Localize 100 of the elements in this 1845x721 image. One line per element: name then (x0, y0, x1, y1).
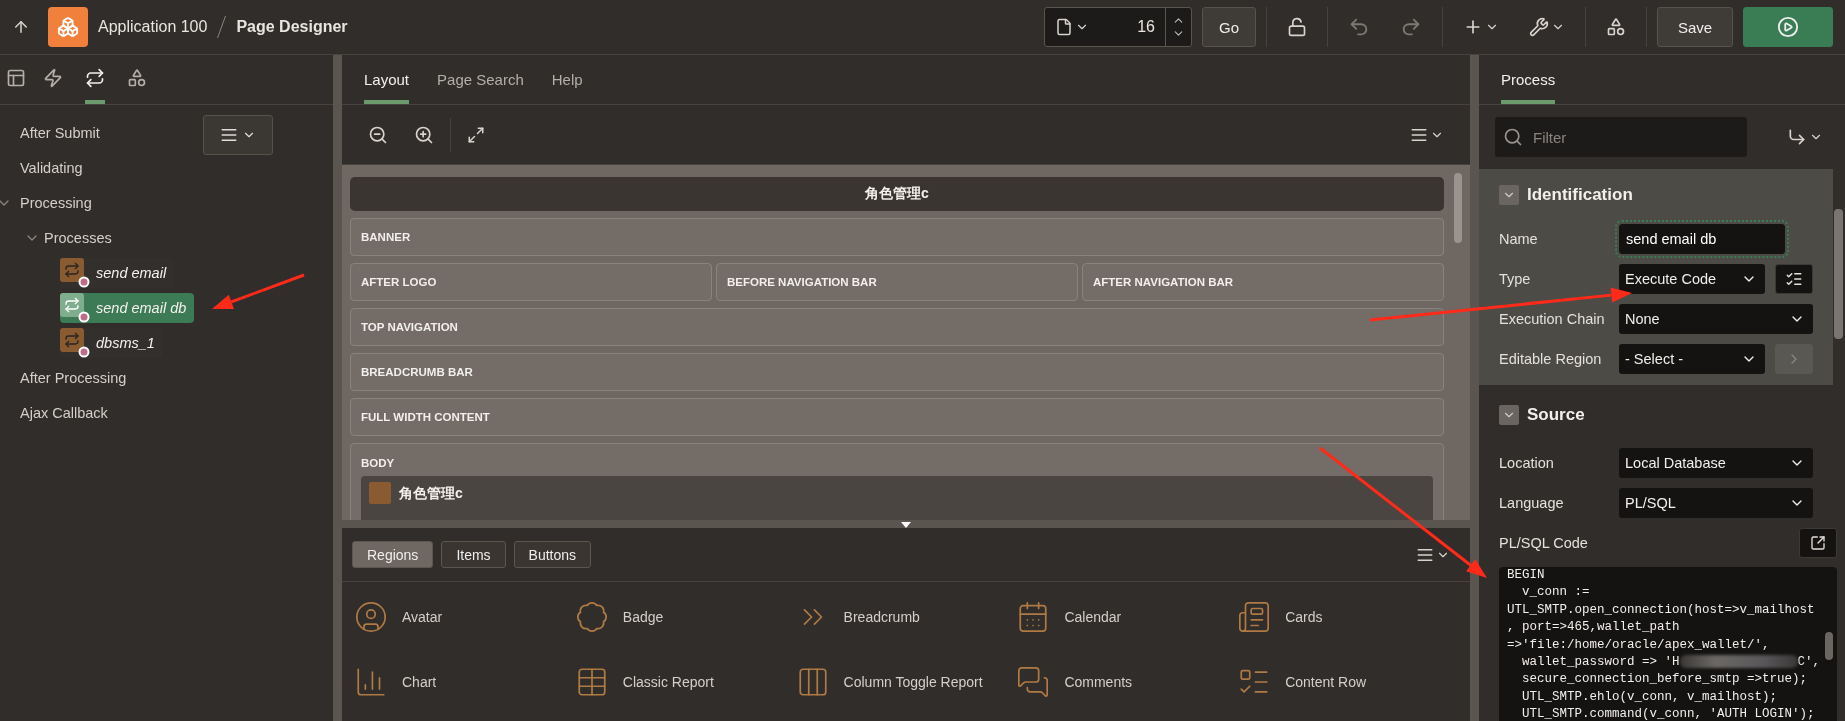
splitter-handle[interactable] (1470, 55, 1479, 721)
menu-button[interactable] (203, 115, 273, 155)
list-button[interactable] (1775, 264, 1813, 294)
run-button[interactable] (1743, 7, 1833, 47)
select-value: Local Database (1625, 455, 1726, 471)
card-icon[interactable] (1237, 600, 1272, 634)
gallery-item[interactable]: Comments (1064, 673, 1133, 690)
app-logo-icon[interactable] (48, 7, 88, 47)
region-slot[interactable]: BEFORE NAVIGATION BAR (716, 263, 1078, 301)
section-title: Source (1527, 405, 1585, 425)
search-icon (1503, 127, 1523, 147)
tab[interactable]: Layout (364, 71, 410, 104)
tree-item[interactable]: After Submit (20, 124, 100, 141)
menu-icon (220, 126, 238, 144)
comments-icon[interactable] (1016, 664, 1051, 699)
code-line: BEGIN (1507, 567, 1546, 584)
select-field[interactable]: Execute Code (1619, 264, 1765, 294)
code-line: C', (1797, 655, 1821, 670)
select-value: PL/SQL (1625, 495, 1676, 511)
tree-item[interactable]: send email db (60, 292, 195, 323)
open-external-icon (1810, 535, 1826, 551)
splitter-handle[interactable] (333, 55, 342, 721)
gallery-item[interactable]: Column Toggle Report (843, 673, 983, 690)
gallery-item[interactable]: Badge (622, 609, 664, 625)
tab[interactable]: Page Search (437, 71, 524, 104)
up-arrow-icon[interactable] (12, 18, 30, 36)
gallery-item[interactable]: Calendar (1064, 609, 1122, 625)
region-slot[interactable]: BANNER (350, 218, 1444, 256)
region-card[interactable]: 角色管理c (361, 476, 1433, 520)
process-icon (60, 292, 90, 323)
select-value: None (1625, 311, 1660, 327)
code-line: secure_connection_before_smtp =>true); (1521, 671, 1809, 689)
code-line: wallet_password => 'H (1521, 655, 1680, 670)
region-slot[interactable]: AFTER LOGO (350, 263, 712, 301)
select-value: Execute Code (1625, 271, 1717, 287)
tab[interactable]: Process (1501, 71, 1556, 104)
gallery-tab[interactable]: Buttons (513, 541, 592, 568)
save-button[interactable]: Save (1657, 7, 1733, 47)
process-icon (60, 327, 90, 358)
badge-icon[interactable] (574, 600, 609, 634)
tree-item[interactable]: Processes (44, 229, 112, 246)
go-button[interactable]: Go (1202, 7, 1256, 47)
code-line: UTL_SMTP.open_connection(host=>v_mailhost (1507, 601, 1816, 619)
tree-item[interactable]: After Processing (20, 369, 127, 386)
page-title-bar[interactable]: 角色管理c (350, 177, 1444, 211)
expand-button[interactable] (1799, 528, 1837, 558)
region-icon (369, 482, 391, 504)
app-name[interactable]: Application 100 (98, 18, 208, 36)
tree-item[interactable]: Ajax Callback (20, 404, 108, 421)
select-field[interactable]: - Select - (1619, 344, 1765, 374)
code-line: , port=>465,wallet_path (1507, 619, 1681, 637)
gallery-item[interactable]: Classic Report (622, 673, 714, 690)
field-label: Editable Region (1499, 351, 1603, 367)
scrollbar-thumb[interactable] (1825, 632, 1833, 660)
code-line: UTL_SMTP.command(v_conn, 'AUTH LOGIN'); (1521, 706, 1816, 721)
play-icon (1777, 16, 1799, 38)
code-line: =>'file:/home/oracle/apex_wallet/', (1507, 636, 1771, 654)
region-slot[interactable]: TOP NAVIGATION (350, 308, 1444, 346)
gallery-item[interactable]: Avatar (402, 609, 443, 625)
gallery-item[interactable]: Breadcrumb (843, 609, 920, 625)
loop-tab[interactable] (85, 68, 105, 104)
region-slot[interactable]: AFTER NAVIGATION BAR (1082, 263, 1444, 301)
filter-field[interactable]: Filter (1495, 117, 1747, 157)
gallery-item[interactable]: Chart (402, 673, 437, 690)
page-title: Page Designer (236, 18, 348, 36)
region-slot[interactable]: FULL WIDTH CONTENT (350, 398, 1444, 436)
select-field[interactable]: Local Database (1619, 448, 1813, 478)
list-icon (1785, 270, 1803, 288)
gallery-item[interactable]: Cards (1285, 609, 1323, 625)
code-line: UTL_SMTP.ehlo(v_conn, v_mailhost); (1521, 688, 1779, 706)
body-region[interactable]: BODY 角色管理c (350, 443, 1444, 520)
code-line: v_conn := (1521, 584, 1591, 602)
select-field[interactable]: None (1619, 304, 1813, 334)
gallery-tab[interactable]: Regions (352, 541, 434, 568)
gallery-tab[interactable]: Items (441, 541, 506, 568)
field-label: Language (1499, 495, 1565, 511)
gallery-item[interactable]: Content Row (1285, 673, 1367, 690)
field-label: Execution Chain (1499, 311, 1606, 327)
process-icon (60, 257, 90, 288)
tree-item[interactable]: Validating (20, 159, 83, 176)
field-label: Location (1499, 455, 1555, 471)
select-value: - Select - (1625, 351, 1683, 367)
scrollbar-thumb[interactable] (1454, 173, 1462, 243)
field-label: PL/SQL Code (1499, 535, 1589, 551)
tab[interactable]: Help (551, 71, 583, 104)
section-title: Identification (1527, 185, 1633, 205)
select-field[interactable]: PL/SQL (1619, 488, 1813, 518)
region-label: BODY (361, 456, 396, 471)
field-label: Type (1499, 271, 1532, 287)
code-editor[interactable] (1499, 567, 1837, 721)
filter-input[interactable]: Filter (1531, 127, 1711, 147)
page-icon (1055, 18, 1073, 36)
field-label: Name (1499, 231, 1539, 247)
collapse-toggle[interactable] (1499, 405, 1519, 425)
region-slot[interactable]: BREADCRUMB BAR (350, 353, 1444, 391)
scrollbar-thumb[interactable] (1834, 209, 1843, 339)
tree-item[interactable]: Processing (20, 194, 92, 211)
collapse-icon[interactable] (901, 522, 911, 528)
collapse-toggle[interactable] (1499, 185, 1519, 205)
user-circle-icon[interactable] (354, 600, 388, 634)
